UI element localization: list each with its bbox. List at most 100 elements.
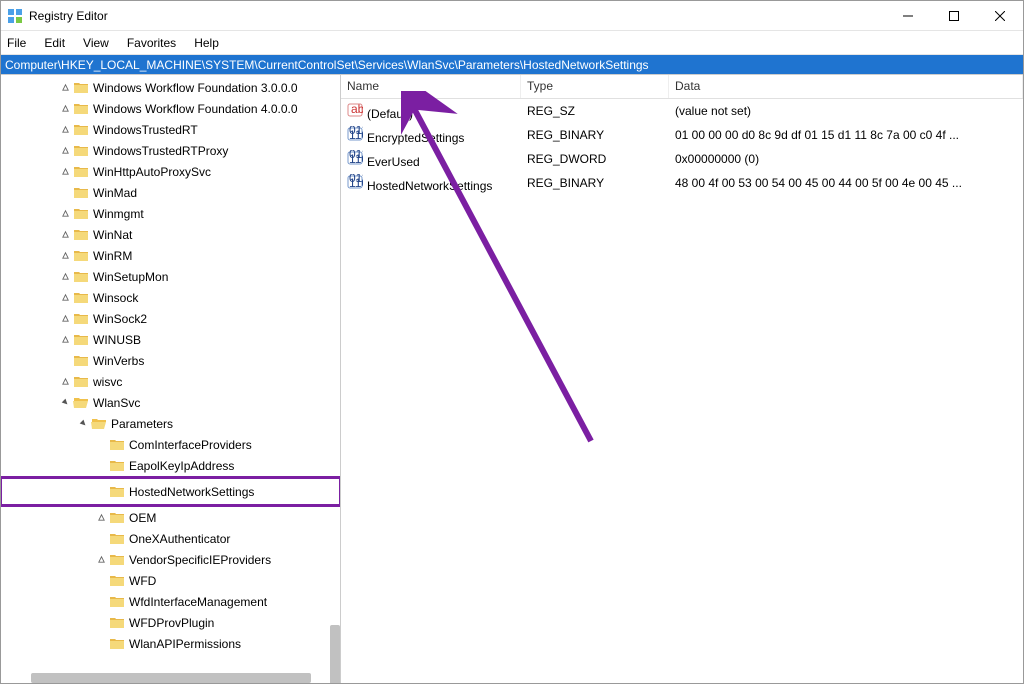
expander-icon[interactable] [57, 272, 73, 281]
expander-icon[interactable] [57, 398, 73, 407]
tree-item[interactable]: wisvc [1, 371, 340, 392]
expander-icon[interactable] [57, 230, 73, 239]
tree-item-label: WinRM [93, 249, 132, 263]
tree-item-label: WlanSvc [93, 396, 140, 410]
svg-text:110: 110 [349, 152, 363, 166]
tree-item-label: WinMad [93, 186, 137, 200]
folder-icon [73, 227, 89, 243]
value-type: REG_DWORD [521, 152, 669, 166]
value-name: EverUsed [367, 155, 420, 169]
tree-item[interactable]: WinSock2 [1, 308, 340, 329]
list-header: Name Type Data [341, 75, 1023, 99]
tree-hscroll-thumb[interactable] [31, 673, 311, 683]
svg-text:ab: ab [351, 102, 363, 116]
app-icon [7, 8, 23, 24]
menu-favorites[interactable]: Favorites [127, 36, 176, 50]
folder-icon [73, 269, 89, 285]
expander-icon[interactable] [93, 513, 109, 522]
folder-icon [73, 80, 89, 96]
tree-item[interactable]: WlanSvc [1, 392, 340, 413]
expander-icon[interactable] [57, 335, 73, 344]
expander-icon[interactable] [57, 104, 73, 113]
tree-item[interactable]: Windows Workflow Foundation 3.0.0.0 [1, 77, 340, 98]
window-title: Registry Editor [29, 9, 885, 23]
tree-item[interactable]: OneXAuthenticator [1, 528, 340, 549]
expander-icon[interactable] [57, 293, 73, 302]
tree-item[interactable]: Windows Workflow Foundation 4.0.0.0 [1, 98, 340, 119]
expander-icon[interactable] [57, 167, 73, 176]
menu-edit[interactable]: Edit [44, 36, 65, 50]
folder-icon [73, 143, 89, 159]
tree-item[interactable]: WinNat [1, 224, 340, 245]
folder-icon [73, 101, 89, 117]
tree-item[interactable]: EapolKeyIpAddress [1, 455, 340, 476]
expander-icon[interactable] [75, 419, 91, 428]
value-data: (value not set) [669, 104, 1023, 118]
tree-item-label: WlanAPIPermissions [129, 637, 241, 651]
folder-icon [109, 552, 125, 568]
expander-icon[interactable] [93, 555, 109, 564]
address-bar[interactable]: Computer\HKEY_LOCAL_MACHINE\SYSTEM\Curre… [1, 55, 1023, 75]
expander-icon[interactable] [57, 209, 73, 218]
folder-icon [109, 510, 125, 526]
window-controls [885, 1, 1023, 30]
folder-icon [73, 122, 89, 138]
tree-vscroll-thumb[interactable] [330, 625, 340, 683]
tree-item[interactable]: ComInterfaceProviders [1, 434, 340, 455]
tree-item[interactable]: WinSetupMon [1, 266, 340, 287]
expander-icon[interactable] [57, 314, 73, 323]
tree-item[interactable]: WinRM [1, 245, 340, 266]
svg-text:110: 110 [349, 128, 363, 142]
tree-item-label: WinVerbs [93, 354, 144, 368]
tree-item[interactable]: Winsock [1, 287, 340, 308]
tree-panel[interactable]: Windows Workflow Foundation 3.0.0.0Windo… [1, 75, 341, 683]
expander-icon[interactable] [57, 377, 73, 386]
tree-item[interactable]: WindowsTrustedRTProxy [1, 140, 340, 161]
tree-item[interactable]: Parameters [1, 413, 340, 434]
tree-item[interactable]: WinHttpAutoProxySvc [1, 161, 340, 182]
tree-item[interactable]: WinVerbs [1, 350, 340, 371]
list-panel[interactable]: Name Type Data ab(Default)REG_SZ(value n… [341, 75, 1023, 683]
value-type-icon: 011110 [347, 174, 363, 190]
folder-icon [73, 395, 89, 411]
tree-item-label: WinHttpAutoProxySvc [93, 165, 211, 179]
menu-file[interactable]: File [7, 36, 26, 50]
expander-icon[interactable] [57, 146, 73, 155]
expander-icon[interactable] [57, 125, 73, 134]
tree-item[interactable]: WFD [1, 570, 340, 591]
tree-item[interactable]: WfdInterfaceManagement [1, 591, 340, 612]
tree-item[interactable]: HostedNetworkSettings [1, 478, 340, 505]
folder-icon [109, 594, 125, 610]
expander-icon[interactable] [57, 83, 73, 92]
minimize-button[interactable] [885, 1, 931, 30]
folder-icon [109, 636, 125, 652]
list-row[interactable]: 011110EncryptedSettingsREG_BINARY01 00 0… [341, 123, 1023, 147]
tree-item[interactable]: WlanAPIPermissions [1, 633, 340, 654]
tree-item[interactable]: VendorSpecificIEProviders [1, 549, 340, 570]
col-header-type[interactable]: Type [521, 75, 669, 98]
tree-item[interactable]: OEM [1, 507, 340, 528]
folder-icon [73, 353, 89, 369]
tree-item[interactable]: WindowsTrustedRT [1, 119, 340, 140]
expander-icon[interactable] [57, 251, 73, 260]
tree-item-label: OneXAuthenticator [129, 532, 230, 546]
tree-item-label: VendorSpecificIEProviders [129, 553, 271, 567]
list-row[interactable]: ab(Default)REG_SZ(value not set) [341, 99, 1023, 123]
value-type: REG_SZ [521, 104, 669, 118]
list-row[interactable]: 011110EverUsedREG_DWORD0x00000000 (0) [341, 147, 1023, 171]
menu-view[interactable]: View [83, 36, 109, 50]
value-type-icon: 011110 [347, 126, 363, 142]
tree-item[interactable]: WFDProvPlugin [1, 612, 340, 633]
tree-item[interactable]: WinMad [1, 182, 340, 203]
tree-item[interactable]: Winmgmt [1, 203, 340, 224]
value-name: HostedNetworkSettings [367, 179, 492, 193]
list-row[interactable]: 011110HostedNetworkSettingsREG_BINARY48 … [341, 171, 1023, 195]
col-header-name[interactable]: Name [341, 75, 521, 98]
title-bar: Registry Editor [1, 1, 1023, 31]
regedit-icon [7, 8, 23, 24]
col-header-data[interactable]: Data [669, 75, 1023, 98]
menu-help[interactable]: Help [194, 36, 219, 50]
close-button[interactable] [977, 1, 1023, 30]
tree-item[interactable]: WINUSB [1, 329, 340, 350]
maximize-button[interactable] [931, 1, 977, 30]
